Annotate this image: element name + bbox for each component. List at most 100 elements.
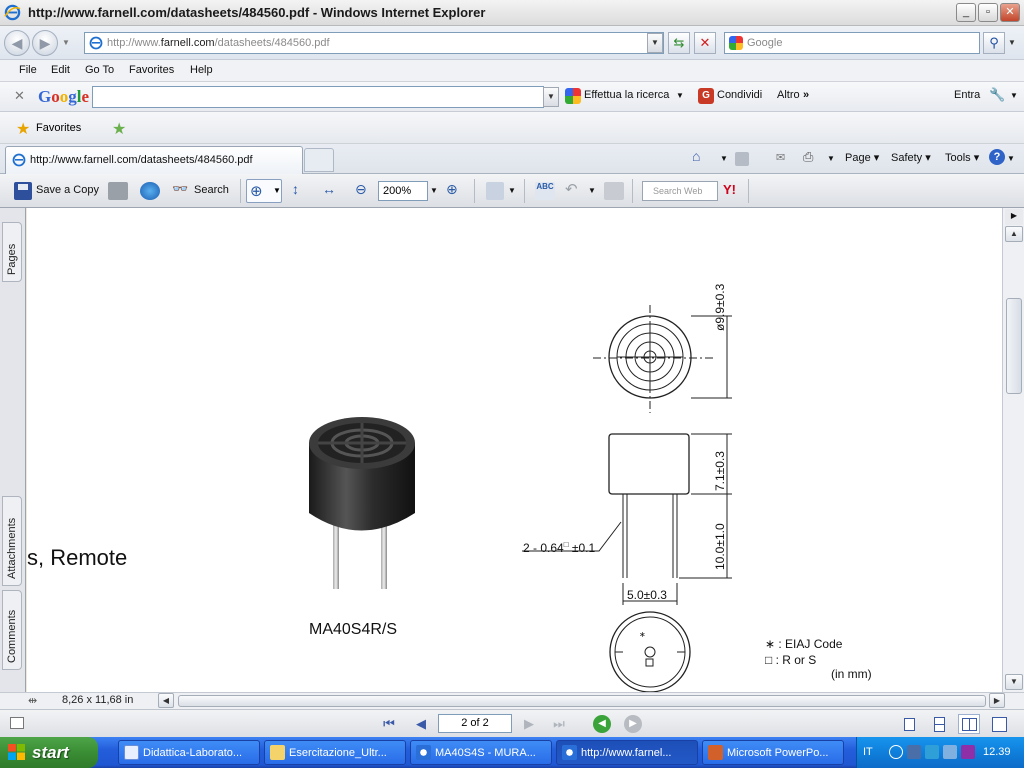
google-search-icon [565, 88, 581, 104]
search-dropdown-icon[interactable]: ▼ [676, 91, 684, 100]
search-go-button[interactable]: ⚲ [983, 32, 1005, 54]
chevron-right-icon[interactable]: » [803, 89, 809, 101]
home-icon[interactable]: ⌂ [692, 148, 700, 164]
address-dropdown-button[interactable]: ▼ [647, 33, 663, 53]
back-view-icon[interactable]: ◀ [593, 715, 611, 733]
help-icon[interactable]: ? [989, 149, 1005, 165]
task-farnell[interactable]: http://www.farnel... [556, 740, 698, 765]
minimize-button[interactable]: _ [956, 3, 976, 22]
google-search-button[interactable]: Effettua la ricerca [584, 89, 669, 101]
safety-menu[interactable]: Safety ▾ [891, 151, 931, 164]
undo-icon[interactable]: ↶ [565, 180, 578, 198]
tab-pdf[interactable]: http://www.farnell.com/datasheets/484560… [5, 146, 303, 174]
network-icon[interactable] [907, 745, 921, 759]
zoom-level-input[interactable]: 200% [378, 181, 428, 201]
panel-expand-icon[interactable]: ▶ [1005, 209, 1023, 225]
menu-favorites[interactable]: Favorites [129, 64, 174, 76]
add-favorite-icon[interactable]: ★ [112, 119, 126, 139]
next-page-icon[interactable]: ▶ [520, 715, 538, 733]
task-esercitazione[interactable]: Esercitazione_Ultr... [264, 740, 406, 765]
address-input[interactable]: http://www.farnell.com/datasheets/484560… [84, 32, 664, 54]
tab-comments[interactable]: Comments [2, 590, 22, 670]
search-web-input[interactable]: Search Web [642, 181, 718, 201]
vertical-scrollbar[interactable]: ▶ ▲ ▼ [1002, 208, 1024, 692]
tab-attachments[interactable]: Attachments [2, 496, 22, 586]
save-copy-button[interactable]: Save a Copy [36, 184, 99, 196]
task-didattica[interactable]: Didattica-Laborato... [118, 740, 260, 765]
first-page-icon[interactable]: ⏮ [380, 715, 398, 733]
app-tray-icon[interactable] [961, 745, 975, 759]
scroll-thumb[interactable] [1006, 298, 1022, 394]
yahoo-button[interactable]: Y! [723, 182, 736, 197]
start-button[interactable]: start [0, 737, 98, 768]
copy-icon[interactable] [604, 182, 624, 200]
scroll-left-button[interactable]: ◀ [158, 693, 174, 708]
zoom-dropdown-icon[interactable]: ▼ [430, 186, 438, 195]
security-icon[interactable] [925, 745, 939, 759]
email-icon[interactable] [140, 182, 160, 200]
facing-view-icon[interactable] [958, 714, 980, 734]
last-page-icon[interactable]: ⏭ [550, 715, 568, 733]
page-menu[interactable]: Page ▾ [845, 151, 879, 164]
settings-dropdown-icon[interactable]: ▼ [1010, 91, 1018, 100]
spellcheck-icon[interactable]: ABC [535, 182, 555, 200]
favorites-button[interactable]: Favorites [36, 122, 81, 134]
home-dropdown-icon[interactable]: ▼ [720, 154, 728, 163]
close-toolbar-icon[interactable]: ✕ [14, 88, 25, 104]
continuous-facing-view-icon[interactable] [988, 714, 1010, 734]
task-ma40s4s[interactable]: MA40S4S - MURA... [410, 740, 552, 765]
wrench-icon[interactable]: 🔧 [989, 87, 1005, 103]
feeds-icon[interactable] [735, 152, 749, 166]
menu-help[interactable]: Help [190, 64, 213, 76]
google-search-input[interactable] [92, 86, 544, 108]
refresh-button[interactable]: ⇆ [668, 32, 690, 54]
menu-edit[interactable]: Edit [51, 64, 70, 76]
menu-goto[interactable]: Go To [85, 64, 114, 76]
undo-dropdown-icon[interactable]: ▼ [588, 186, 596, 195]
print-icon[interactable] [108, 182, 128, 200]
zoom-out-icon[interactable]: ⊖ [355, 181, 367, 198]
mail-icon[interactable]: ✉ [776, 151, 785, 164]
fit-height-icon[interactable]: ↕ [292, 181, 299, 197]
zoom-tool-button[interactable]: ⊕ ▼ [246, 179, 282, 203]
history-dropdown-icon[interactable]: ▼ [62, 38, 70, 47]
share-button[interactable]: Condividi [717, 89, 762, 101]
horizontal-scroll-thumb[interactable] [178, 695, 986, 707]
new-tab-button[interactable] [304, 148, 334, 172]
pdf-document-view[interactable]: s, Remote MA40S4R/S ∗ ø9.9±0.3 7.1±0.3 1… [27, 208, 1002, 692]
restore-button[interactable]: ▫ [978, 3, 998, 22]
layout-dropdown-icon[interactable]: ▼ [508, 186, 516, 195]
continuous-view-icon[interactable] [928, 714, 950, 734]
search-button[interactable]: Search [194, 184, 229, 196]
page-number-input[interactable]: 2 of 2 [438, 714, 512, 733]
close-button[interactable]: ✕ [1000, 3, 1020, 22]
more-button[interactable]: Altro [777, 89, 800, 101]
forward-button[interactable]: ▶ [32, 30, 58, 56]
print-icon[interactable]: ⎙ [803, 149, 813, 165]
signin-button[interactable]: Entra [954, 89, 980, 101]
fit-width-icon[interactable]: ↔ [322, 181, 336, 197]
page-layout-icon[interactable] [486, 182, 504, 200]
tray-expand-icon[interactable] [889, 745, 903, 759]
task-powerpoint[interactable]: Microsoft PowerPo... [702, 740, 844, 765]
bluetooth-icon[interactable] [943, 745, 957, 759]
scroll-right-button[interactable]: ▶ [989, 693, 1005, 708]
print-dropdown-icon[interactable]: ▼ [827, 154, 835, 163]
stop-button[interactable]: ✕ [694, 32, 716, 54]
help-dropdown-icon[interactable]: ▼ [1007, 154, 1015, 163]
tab-pages[interactable]: Pages [2, 222, 22, 282]
zoom-in-icon[interactable]: ⊕ [446, 181, 458, 198]
forward-view-icon[interactable]: ▶ [624, 715, 642, 733]
single-page-view-icon[interactable] [898, 714, 920, 734]
search-input[interactable]: Google [724, 32, 980, 54]
options-icon[interactable] [10, 717, 24, 729]
menu-file[interactable]: File [19, 64, 37, 76]
google-search-dropdown[interactable]: ▼ [543, 87, 559, 107]
scroll-down-button[interactable]: ▼ [1005, 674, 1023, 690]
previous-page-icon[interactable]: ◀ [412, 715, 430, 733]
search-options-icon[interactable]: ▼ [1008, 38, 1016, 47]
tools-menu[interactable]: Tools ▾ [945, 151, 979, 164]
back-button[interactable]: ◀ [4, 30, 30, 56]
language-indicator[interactable]: IT [863, 746, 873, 758]
scroll-up-button[interactable]: ▲ [1005, 226, 1023, 242]
